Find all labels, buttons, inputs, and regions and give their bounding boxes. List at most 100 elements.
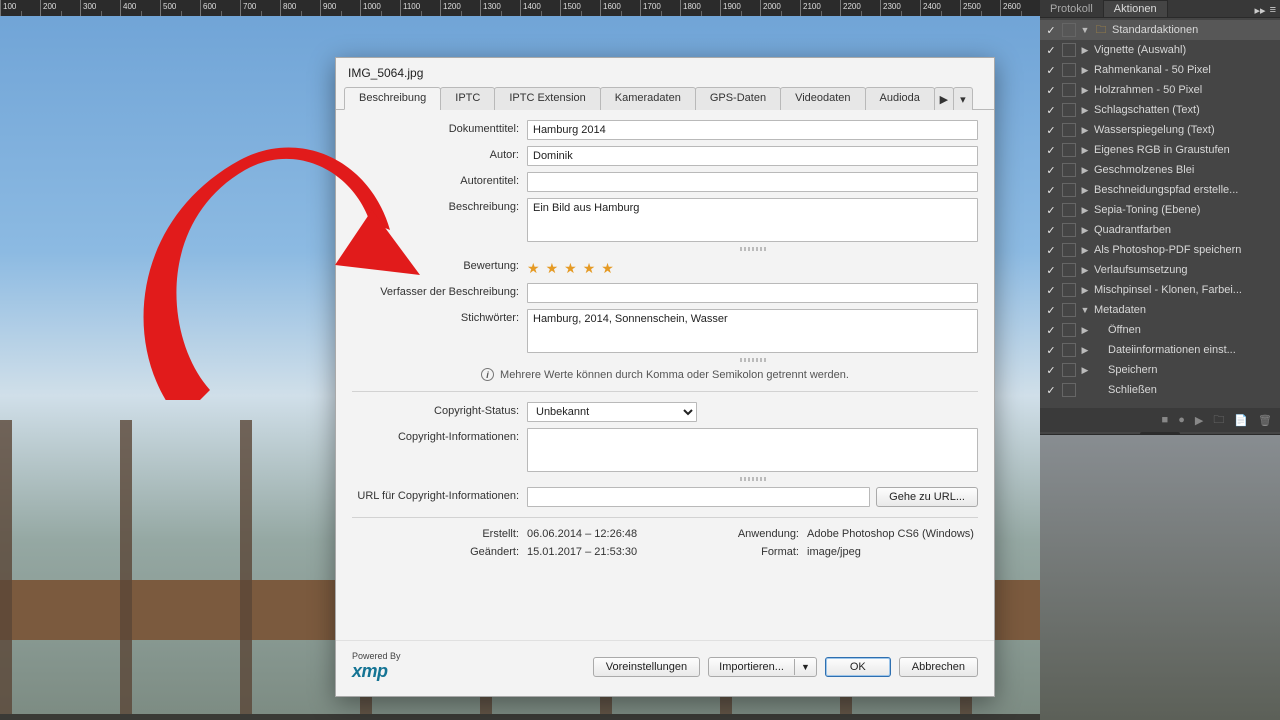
checkmark-icon[interactable]: ✓ xyxy=(1044,303,1058,317)
tree-row[interactable]: ✓▶Geschmolzenes Blei xyxy=(1040,160,1280,180)
checkmark-icon[interactable]: ✓ xyxy=(1044,183,1058,197)
abbrechen-button[interactable]: Abbrechen xyxy=(899,657,978,677)
dialog-toggle-box[interactable] xyxy=(1062,123,1076,137)
tree-row[interactable]: ✓▶Vignette (Auswahl) xyxy=(1040,40,1280,60)
tree-header-row[interactable]: ✓ ▼ 🗀 Standardaktionen xyxy=(1040,20,1280,40)
rating-stars[interactable]: ★ ★ ★ ★ ★ xyxy=(527,257,978,277)
star-icon[interactable]: ★ xyxy=(583,260,596,277)
new-action-icon[interactable]: 📄 xyxy=(1234,414,1248,427)
tree-row[interactable]: ✓▶Verlaufsumsetzung xyxy=(1040,260,1280,280)
checkmark-icon[interactable]: ✓ xyxy=(1044,263,1058,277)
disclosure-icon[interactable]: ▶ xyxy=(1080,325,1090,336)
tree-row[interactable]: ✓▶Speichern xyxy=(1040,360,1280,380)
dialog-toggle-box[interactable] xyxy=(1062,383,1076,397)
play-icon[interactable]: ▶ xyxy=(1195,414,1203,427)
dialog-toggle-box[interactable] xyxy=(1062,23,1076,37)
tree-row[interactable]: ✓▶Beschneidungspfad erstelle... xyxy=(1040,180,1280,200)
tree-row[interactable]: ✓▶Sepia-Toning (Ebene) xyxy=(1040,200,1280,220)
dialog-tab[interactable]: IPTC xyxy=(440,87,495,110)
disclosure-icon[interactable]: ▶ xyxy=(1080,365,1090,376)
stop-icon[interactable]: ■ xyxy=(1162,414,1169,426)
input-autor[interactable] xyxy=(527,146,978,166)
tree-row[interactable]: ✓▶Rahmenkanal - 50 Pixel xyxy=(1040,60,1280,80)
tree-row[interactable]: ✓▶Als Photoshop-PDF speichern xyxy=(1040,240,1280,260)
tabs-scroll-right-icon[interactable]: ▶ xyxy=(934,87,954,110)
tree-row[interactable]: ✓▶Dateiinformationen einst... xyxy=(1040,340,1280,360)
dialog-toggle-box[interactable] xyxy=(1062,223,1076,237)
dialog-tab[interactable]: IPTC Extension xyxy=(494,87,600,110)
disclosure-icon[interactable]: ▶ xyxy=(1080,345,1090,356)
checkmark-icon[interactable]: ✓ xyxy=(1044,163,1058,177)
dialog-toggle-box[interactable] xyxy=(1062,43,1076,57)
disclosure-icon[interactable]: ▶ xyxy=(1080,285,1090,296)
dialog-toggle-box[interactable] xyxy=(1062,143,1076,157)
disclosure-icon[interactable]: ▶ xyxy=(1080,105,1090,116)
dialog-toggle-box[interactable] xyxy=(1062,343,1076,357)
panel-collapse-icon[interactable]: ▸▸ xyxy=(1255,4,1266,17)
dialog-tab[interactable]: GPS-Daten xyxy=(695,87,781,110)
goto-url-button[interactable]: Gehe zu URL... xyxy=(876,487,978,507)
dialog-tab[interactable]: Videodaten xyxy=(780,87,865,110)
checkmark-icon[interactable]: ✓ xyxy=(1044,223,1058,237)
star-icon[interactable]: ★ xyxy=(564,260,577,277)
input-dokumenttitel[interactable] xyxy=(527,120,978,140)
voreinstellungen-button[interactable]: Voreinstellungen xyxy=(593,657,700,677)
checkmark-icon[interactable]: ✓ xyxy=(1044,103,1058,117)
disclosure-icon[interactable]: ▶ xyxy=(1080,125,1090,136)
tab-protokoll[interactable]: Protokoll xyxy=(1040,0,1103,17)
tree-row[interactable]: ✓▶Mischpinsel - Klonen, Farbei... xyxy=(1040,280,1280,300)
select-copyright-status[interactable]: Unbekannt xyxy=(527,402,697,422)
dialog-tab[interactable]: Beschreibung xyxy=(344,87,441,110)
checkmark-icon[interactable]: ✓ xyxy=(1044,143,1058,157)
dialog-tab[interactable]: Kameradaten xyxy=(600,87,696,110)
trash-icon[interactable]: 🗑 xyxy=(1258,414,1272,427)
tree-row[interactable]: ✓▶Holzrahmen - 50 Pixel xyxy=(1040,80,1280,100)
input-copyright-url[interactable] xyxy=(527,487,870,507)
disclosure-icon[interactable]: ▼ xyxy=(1080,305,1090,315)
star-icon[interactable]: ★ xyxy=(527,260,540,277)
tabs-menu-icon[interactable]: ▾ xyxy=(953,87,973,110)
resize-handle-icon[interactable] xyxy=(740,247,766,251)
tab-aktionen[interactable]: Aktionen xyxy=(1103,0,1168,17)
dialog-toggle-box[interactable] xyxy=(1062,103,1076,117)
checkmark-icon[interactable]: ✓ xyxy=(1044,83,1058,97)
disclosure-icon[interactable]: ▶ xyxy=(1080,225,1090,236)
disclosure-icon[interactable]: ▶ xyxy=(1080,245,1090,256)
tree-row[interactable]: ✓▶Quadrantfarben xyxy=(1040,220,1280,240)
dialog-toggle-box[interactable] xyxy=(1062,243,1076,257)
new-set-icon[interactable]: 🗀 xyxy=(1213,411,1224,430)
textarea-stichwoerter[interactable]: Hamburg, 2014, Sonnenschein, Wasser xyxy=(527,309,978,353)
disclosure-icon[interactable]: ▶ xyxy=(1080,165,1090,176)
checkmark-icon[interactable]: ✓ xyxy=(1044,363,1058,377)
dialog-toggle-box[interactable] xyxy=(1062,363,1076,377)
record-icon[interactable]: ● xyxy=(1178,414,1185,426)
disclosure-icon[interactable]: ▶ xyxy=(1080,265,1090,276)
dialog-toggle-box[interactable] xyxy=(1062,203,1076,217)
checkmark-icon[interactable]: ✓ xyxy=(1044,343,1058,357)
checkmark-icon[interactable]: ✓ xyxy=(1044,243,1058,257)
dialog-toggle-box[interactable] xyxy=(1062,163,1076,177)
textarea-beschreibung[interactable]: Ein Bild aus Hamburg xyxy=(527,198,978,242)
dropdown-caret-icon[interactable]: ▼ xyxy=(794,659,816,675)
disclosure-icon[interactable]: ▶ xyxy=(1080,45,1090,56)
star-icon[interactable]: ★ xyxy=(546,260,559,277)
checkmark-icon[interactable]: ✓ xyxy=(1044,43,1058,57)
tree-row[interactable]: ✓▶Schlagschatten (Text) xyxy=(1040,100,1280,120)
dialog-toggle-box[interactable] xyxy=(1062,283,1076,297)
tree-row[interactable]: ✓▶Öffnen xyxy=(1040,320,1280,340)
checkmark-icon[interactable]: ✓ xyxy=(1044,283,1058,297)
panel-menu-icon[interactable]: ≡ xyxy=(1270,4,1276,17)
disclosure-icon[interactable]: ▶ xyxy=(1080,185,1090,196)
checkmark-icon[interactable]: ✓ xyxy=(1044,63,1058,77)
resize-handle-icon[interactable] xyxy=(740,358,766,362)
dialog-toggle-box[interactable] xyxy=(1062,263,1076,277)
disclosure-icon[interactable]: ▼ xyxy=(1080,25,1090,35)
disclosure-icon[interactable]: ▶ xyxy=(1080,145,1090,156)
dialog-toggle-box[interactable] xyxy=(1062,323,1076,337)
resize-handle-icon[interactable] xyxy=(740,477,766,481)
tree-row[interactable]: ✓▼Metadaten xyxy=(1040,300,1280,320)
dialog-toggle-box[interactable] xyxy=(1062,183,1076,197)
dialog-toggle-box[interactable] xyxy=(1062,63,1076,77)
star-icon[interactable]: ★ xyxy=(601,260,614,277)
tree-row[interactable]: ✓▶Eigenes RGB in Graustufen xyxy=(1040,140,1280,160)
